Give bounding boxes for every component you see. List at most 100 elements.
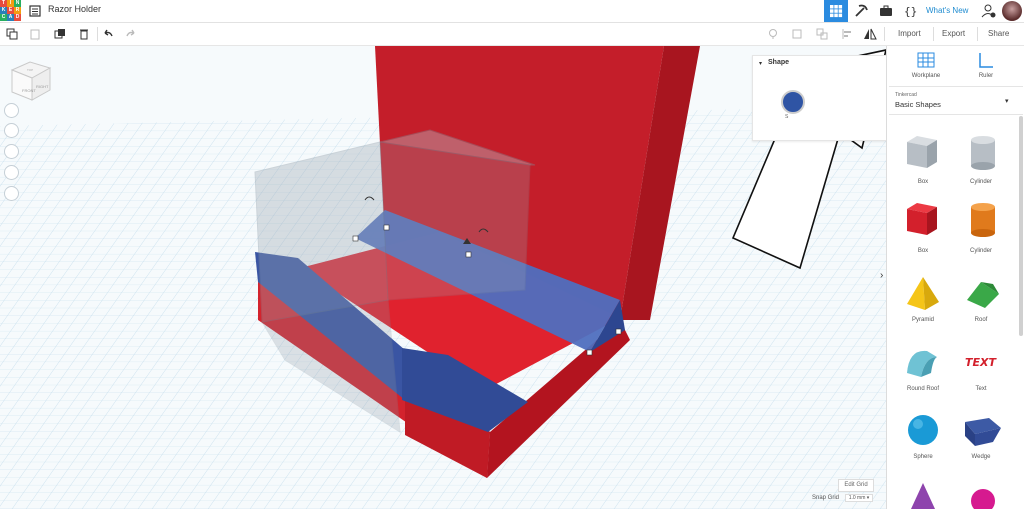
ruler-icon[interactable] bbox=[977, 51, 995, 69]
text-shape-icon[interactable]: TEXT bbox=[963, 346, 1003, 376]
share-button[interactable]: Share bbox=[988, 29, 1009, 38]
snap-grid-select[interactable]: 1.0 mm ▾ bbox=[844, 494, 874, 502]
ungroup-button[interactable] bbox=[813, 25, 831, 43]
design-title[interactable]: Razor Holder bbox=[48, 4, 101, 14]
align-button[interactable] bbox=[838, 25, 856, 43]
panel-collapse-chevron-icon[interactable]: › bbox=[880, 270, 883, 281]
view-cube[interactable]: FRONT RIGHT TOP bbox=[8, 58, 54, 104]
mirror-button[interactable] bbox=[861, 25, 879, 43]
toolbar-divider bbox=[97, 27, 98, 41]
pickaxe-icon bbox=[855, 4, 868, 17]
briefcase-icon bbox=[880, 5, 892, 16]
svg-text:{}: {} bbox=[904, 5, 917, 18]
notes-button[interactable] bbox=[764, 25, 782, 43]
copy-button[interactable] bbox=[3, 25, 21, 43]
whats-new-link[interactable]: What's New bbox=[926, 6, 968, 15]
pyramid-icon[interactable] bbox=[903, 274, 943, 314]
duplicate-button[interactable] bbox=[51, 25, 69, 43]
view-cube-right-label: RIGHT bbox=[36, 84, 49, 89]
snap-grid-label: Snap Grid bbox=[812, 495, 840, 501]
add-user-icon bbox=[981, 4, 996, 18]
cylinder-icon[interactable] bbox=[963, 201, 1003, 241]
shape-label: Box bbox=[917, 179, 929, 185]
zoom-out-button[interactable] bbox=[4, 165, 19, 180]
logo-letter: A bbox=[7, 14, 14, 21]
sphere-icon[interactable] bbox=[905, 412, 941, 448]
shape-label: Pyramid bbox=[911, 317, 934, 323]
zoom-in-button[interactable] bbox=[4, 144, 19, 159]
copy-icon bbox=[6, 28, 18, 40]
ortho-view-button[interactable] bbox=[4, 186, 19, 201]
chevron-down-icon[interactable]: ▾ bbox=[1005, 97, 1009, 105]
edit-grid-button[interactable]: Edit Grid bbox=[838, 479, 874, 492]
avatar[interactable] bbox=[1002, 1, 1022, 21]
grid-view-icon bbox=[830, 5, 843, 18]
shape-inspector: ▾ Shape S bbox=[752, 55, 888, 141]
box-hole-icon[interactable] bbox=[903, 134, 943, 174]
edit-toolbar: Import Export Share bbox=[0, 23, 1024, 46]
import-button[interactable]: Import bbox=[898, 29, 921, 38]
shape-label: Cylinder bbox=[969, 179, 992, 185]
trash-icon bbox=[80, 29, 88, 40]
shape-inspector-title: Shape bbox=[768, 59, 790, 66]
paraboloid-icon[interactable] bbox=[965, 483, 1001, 509]
shape-label: Box bbox=[917, 248, 929, 254]
logo-letter: E bbox=[7, 7, 14, 14]
undo-button[interactable] bbox=[99, 25, 117, 43]
duplicate-icon bbox=[54, 29, 65, 39]
roof-icon[interactable] bbox=[963, 274, 1003, 314]
wedge-icon[interactable] bbox=[963, 414, 1003, 450]
shape-label: Roof bbox=[974, 317, 988, 323]
toolbar-divider bbox=[933, 27, 934, 41]
round-roof-icon[interactable] bbox=[903, 343, 943, 383]
workplane-icon[interactable] bbox=[916, 51, 936, 69]
panel-divider bbox=[889, 114, 1023, 115]
mirror-icon bbox=[864, 28, 877, 40]
toolbar-divider bbox=[884, 27, 885, 41]
home-view-button[interactable] bbox=[4, 103, 19, 118]
library-caption: Tinkercad bbox=[895, 92, 917, 98]
3d-view-button[interactable] bbox=[824, 0, 848, 22]
hole-box-right bbox=[379, 141, 531, 301]
library-select[interactable]: Basic Shapes bbox=[895, 100, 941, 109]
selection-handle bbox=[383, 224, 390, 231]
lightbulb-icon bbox=[769, 29, 777, 39]
logo-letter: D bbox=[14, 14, 21, 21]
view-cube-top-label: TOP bbox=[27, 68, 33, 72]
codeblocks-button[interactable] bbox=[849, 0, 873, 22]
ungroup-icon bbox=[816, 28, 828, 40]
cylinder-hole-icon[interactable] bbox=[963, 134, 1003, 174]
group-button[interactable] bbox=[789, 25, 807, 43]
delete-button[interactable] bbox=[75, 25, 93, 43]
color-swatch[interactable] bbox=[781, 90, 805, 114]
shape-inspector-label: S bbox=[785, 114, 789, 120]
export-button[interactable]: Export bbox=[942, 29, 965, 38]
selection-handle bbox=[465, 251, 472, 258]
workplane-label: Workplane bbox=[911, 73, 941, 79]
redo-button[interactable] bbox=[122, 25, 140, 43]
selection-handle bbox=[615, 328, 622, 335]
box-icon[interactable] bbox=[903, 201, 943, 241]
panel-divider bbox=[889, 86, 1023, 87]
shape-label: Cylinder bbox=[969, 248, 992, 254]
paste-icon bbox=[30, 29, 40, 40]
design-list-icon[interactable] bbox=[28, 4, 42, 18]
cone-icon[interactable] bbox=[905, 481, 941, 509]
tinkercad-logo[interactable]: T I N K E R C A D bbox=[0, 0, 22, 22]
logo-letter: N bbox=[14, 0, 21, 7]
text-shape-glyph: TEXT bbox=[965, 356, 997, 369]
shape-label: Text bbox=[975, 386, 987, 392]
circuits-button[interactable]: {} bbox=[899, 0, 923, 22]
toolbar-divider bbox=[977, 27, 978, 41]
logo-letter: K bbox=[0, 7, 7, 14]
lessons-button[interactable] bbox=[874, 0, 898, 22]
logo-letter: T bbox=[0, 0, 7, 7]
fit-view-button[interactable] bbox=[4, 123, 19, 138]
paste-button[interactable] bbox=[26, 25, 44, 43]
panel-scrollbar[interactable] bbox=[1019, 116, 1023, 336]
add-user-button[interactable] bbox=[977, 0, 1001, 22]
hole-box-lower bbox=[261, 299, 401, 433]
shape-label: Wedge bbox=[971, 454, 991, 460]
code-braces-icon: {} bbox=[904, 5, 917, 18]
collapse-caret-icon[interactable]: ▾ bbox=[759, 60, 762, 67]
